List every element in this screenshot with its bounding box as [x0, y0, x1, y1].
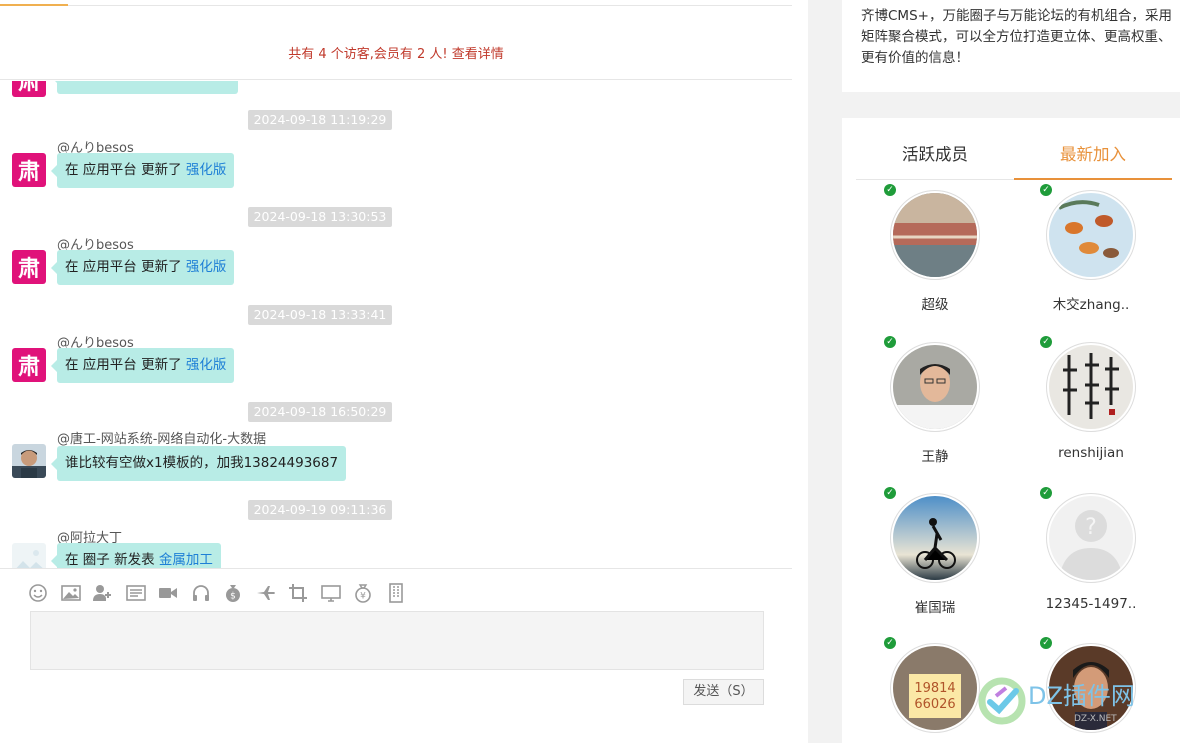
member-tabs: 活跃成员 最新加入	[856, 136, 1172, 180]
online-check-icon: ✓	[1040, 336, 1052, 348]
message-bubble: 在 应用平台 更新了 强化版	[50, 250, 235, 285]
plane-icon[interactable]	[256, 583, 276, 603]
member-name[interactable]: 崔国瑞	[870, 596, 1000, 616]
member-name[interactable]: renshijian	[1026, 445, 1156, 461]
input-divider	[0, 568, 792, 569]
member-name[interactable]: 木交zhang..	[1026, 293, 1156, 313]
online-check-icon: ✓	[1040, 637, 1052, 649]
member-avatar[interactable]	[893, 496, 977, 580]
svg-text:19814: 19814	[914, 681, 955, 696]
member-avatar[interactable]	[893, 193, 977, 277]
top-divider	[0, 5, 792, 6]
svg-text:?: ?	[1085, 515, 1097, 540]
chat-toolbar: $ ¥	[28, 580, 418, 606]
yen-bag-icon[interactable]: ¥	[353, 583, 373, 603]
member-card[interactable]: ✓ 崔国瑞	[870, 487, 1000, 616]
dz-watermark-logo: DZ插件网 DZ-X.NET	[976, 676, 1166, 726]
member-name[interactable]: 12345-1497..	[1026, 596, 1156, 612]
member-name[interactable]: 王静	[870, 445, 1000, 465]
message-bubble: 在 应用平台 更新了 强化版	[50, 348, 235, 383]
member-card[interactable]: ✓ 超级	[870, 184, 1000, 313]
monitor-icon[interactable]	[320, 583, 341, 603]
member-card[interactable]: ✓ renshijian	[1026, 336, 1156, 461]
message-timestamp: 2024-09-18 16:50:29	[248, 402, 392, 422]
card-icon[interactable]	[125, 583, 146, 603]
send-button[interactable]: 发送（S）	[683, 679, 764, 705]
chat-panel: 共有 4 个访客,会员有 2 人! 查看详情 肃 2024-09-18 11:1…	[0, 0, 808, 743]
message-bubble: 在 应用平台 更新了 强化版	[50, 153, 235, 188]
online-check-icon: ✓	[1040, 184, 1052, 196]
svg-text:$: $	[230, 592, 236, 602]
member-avatar[interactable]	[1049, 193, 1133, 277]
members-card: 活跃成员 最新加入 ✓ 超级 ✓ 木交zhang.. ✓ 王静 ✓ renshi…	[842, 118, 1180, 743]
message-bubble: 谁比较有空做x1模板的，加我13824493687	[50, 446, 347, 481]
online-check-icon: ✓	[884, 487, 896, 499]
top-accent-bar	[0, 4, 68, 6]
message-link[interactable]: 金属加工	[159, 552, 213, 568]
online-check-icon: ✓	[884, 336, 896, 348]
message-timestamp: 2024-09-18 13:30:53	[248, 207, 392, 227]
svg-text:66026: 66026	[914, 697, 955, 712]
message-username[interactable]: @唐工-网站系统-网络自动化-大数据	[57, 428, 266, 447]
visitor-detail-link[interactable]: 查看详情	[452, 47, 504, 62]
message-timestamp: 2024-09-18 11:19:29	[248, 110, 392, 130]
message-input[interactable]	[30, 611, 764, 670]
member-avatar[interactable]	[893, 345, 977, 429]
member-avatar[interactable]: 19814 66026	[893, 646, 977, 730]
svg-text:DZ插件网: DZ插件网	[1028, 682, 1135, 710]
tab-newest-members[interactable]: 最新加入	[1014, 136, 1172, 180]
avatar-placeholder-image[interactable]	[12, 543, 46, 568]
avatar-logo[interactable]: 肃	[12, 81, 46, 97]
crop-icon[interactable]	[288, 583, 308, 603]
message-link[interactable]: 强化版	[186, 162, 227, 178]
tab-active-members[interactable]: 活跃成员	[856, 136, 1014, 179]
message-link[interactable]: 强化版	[186, 357, 227, 373]
avatar-logo[interactable]: 肃	[12, 348, 46, 382]
svg-text:¥: ¥	[360, 592, 366, 602]
headphones-icon[interactable]	[191, 583, 211, 603]
message-bubble: 在 圈子 新发表 金属加工	[51, 543, 221, 568]
message-bubble	[51, 81, 238, 94]
add-user-icon[interactable]	[93, 583, 113, 603]
intro-card: 齐博CMS+，万能圈子与万能论坛的有机组合，采用矩阵聚合模式，可以全方位打造更立…	[842, 0, 1180, 92]
member-card[interactable]: ✓ 木交zhang..	[1026, 184, 1156, 313]
visitor-summary: 共有 4 个访客,会员有 2 人! 查看详情	[0, 30, 792, 80]
member-card[interactable]: ✓ ? 12345-1497..	[1026, 487, 1156, 612]
member-name[interactable]: 超级	[870, 293, 1000, 313]
video-icon[interactable]	[158, 583, 178, 603]
building-icon[interactable]	[386, 583, 406, 603]
avatar-logo[interactable]: 肃	[12, 153, 46, 187]
money-bag-icon[interactable]: $	[223, 583, 243, 603]
chat-message-list[interactable]: 肃 2024-09-18 11:19:29 @んりbesos 肃 在 应用平台 …	[0, 81, 792, 568]
svg-text:DZ-X.NET: DZ-X.NET	[1074, 714, 1117, 724]
online-check-icon: ✓	[884, 637, 896, 649]
online-check-icon: ✓	[884, 184, 896, 196]
member-avatar[interactable]: ?	[1049, 496, 1133, 580]
avatar-photo[interactable]	[12, 444, 46, 478]
smiley-icon[interactable]	[28, 583, 48, 603]
member-card[interactable]: ✓ 王静	[870, 336, 1000, 465]
visitor-summary-text: 共有 4 个访客,会员有 2 人!	[288, 47, 452, 62]
member-avatar[interactable]	[1049, 345, 1133, 429]
online-check-icon: ✓	[1040, 487, 1052, 499]
message-link[interactable]: 强化版	[186, 259, 227, 275]
intro-text: 齐博CMS+，万能圈子与万能论坛的有机组合，采用矩阵聚合模式，可以全方位打造更立…	[861, 8, 1172, 66]
message-timestamp: 2024-09-19 09:11:36	[248, 500, 392, 520]
message-timestamp: 2024-09-18 13:33:41	[248, 305, 392, 325]
image-icon[interactable]	[60, 583, 81, 603]
avatar-logo[interactable]: 肃	[12, 250, 46, 284]
